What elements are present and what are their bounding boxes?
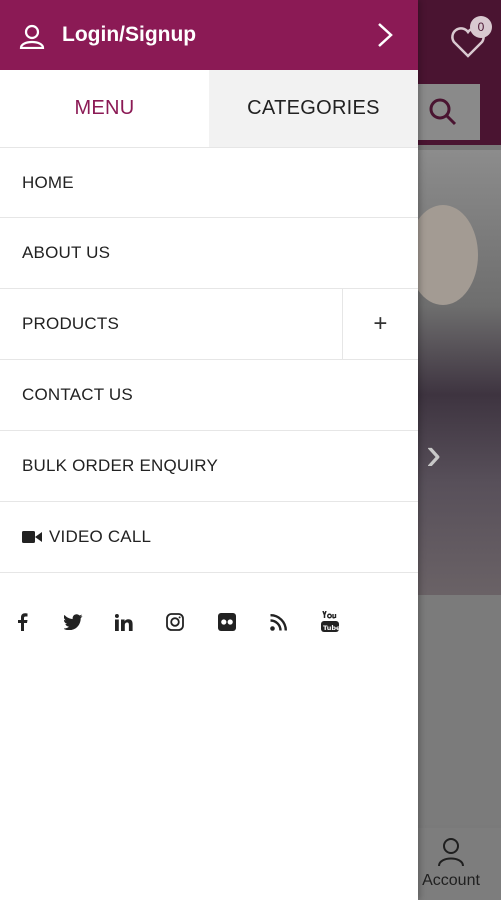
menu-item-video-call[interactable]: VIDEO CALL [0,502,418,573]
navigation-drawer: Login/Signup MENU CATEGORIES HOME ABOUT … [0,0,418,900]
youtube-icon[interactable]: Tube [318,608,342,636]
menu-item-home[interactable]: HOME [0,147,418,218]
menu-item-label: ABOUT US [22,243,111,262]
menu-item-label: VIDEO CALL [49,527,152,546]
banner-next-icon[interactable]: › [426,430,441,476]
expand-products-button[interactable]: + [342,289,418,359]
menu-item-contact-us[interactable]: CONTACT US [0,360,418,431]
linkedin-icon[interactable] [112,608,136,636]
banner-product-image [408,205,478,305]
wishlist-count-badge: 0 [470,16,492,38]
login-signup-label: Login/Signup [62,23,197,46]
rss-icon[interactable] [266,608,290,636]
menu-item-label: CONTACT US [22,385,133,404]
menu-item-label: PRODUCTS [22,314,119,333]
video-camera-icon [22,531,42,543]
instagram-icon[interactable] [163,608,187,636]
menu-item-label: BULK ORDER ENQUIRY [22,456,218,475]
menu-item-bulk-order-enquiry[interactable]: BULK ORDER ENQUIRY [0,431,418,502]
menu-item-products[interactable]: PRODUCTS + [0,289,418,360]
menu-list: HOME ABOUT US PRODUCTS + CONTACT US BULK… [0,147,418,573]
content-area [418,595,501,825]
twitter-icon[interactable] [61,608,85,636]
tab-categories[interactable]: CATEGORIES [209,70,418,147]
hero-banner: › [408,150,501,595]
account-icon[interactable] [436,836,466,868]
tab-menu[interactable]: MENU [0,70,209,147]
plus-icon: + [373,310,388,337]
menu-item-about-us[interactable]: ABOUT US [0,218,418,289]
chevron-right-icon [378,23,393,47]
svg-text:Tube: Tube [323,624,339,632]
social-links: Tube [0,608,418,638]
search-button[interactable] [418,84,480,140]
user-icon [19,24,45,49]
login-signup-row[interactable]: Login/Signup [0,0,418,70]
search-icon [429,98,457,126]
flickr-icon[interactable] [215,608,239,636]
menu-item-label: HOME [22,172,74,192]
drawer-tabs: MENU CATEGORIES [0,70,418,147]
tabbar-account-label[interactable]: Account [420,872,482,890]
facebook-icon[interactable] [10,608,34,636]
